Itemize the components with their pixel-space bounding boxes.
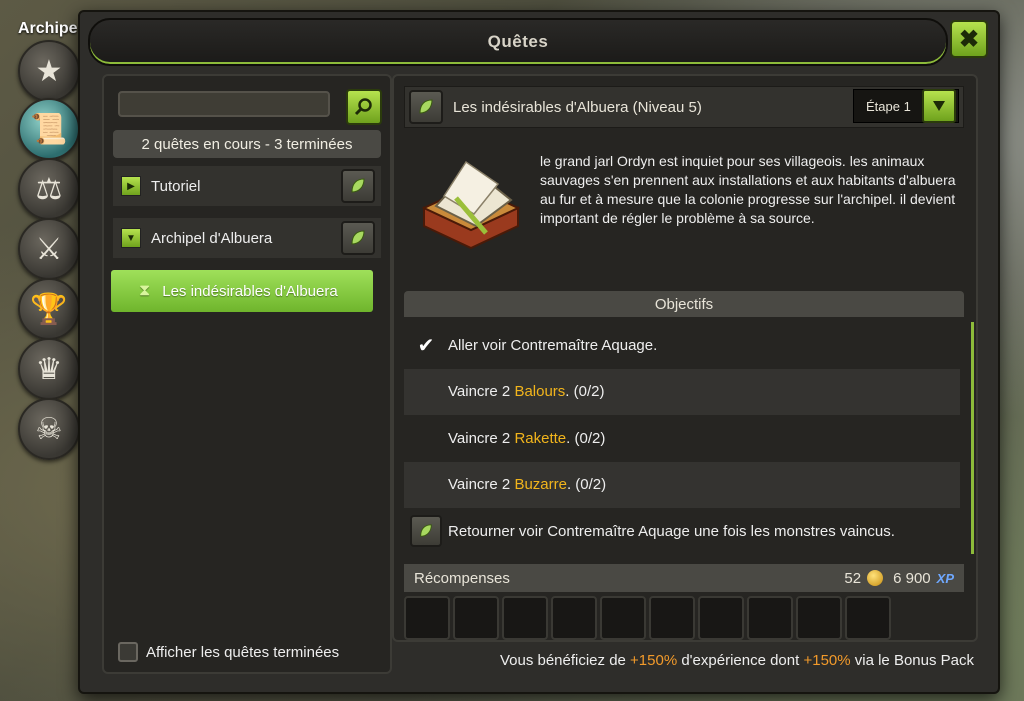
objective-row: Retourner voir Contremaître Aquage une f… — [404, 508, 960, 555]
window-title: Quêtes — [487, 32, 549, 51]
objective-row: Vaincre 2 Rakette. (0/2) — [404, 415, 960, 462]
close-button[interactable]: ✖ — [950, 20, 988, 58]
xp-value: 6 900 — [893, 569, 931, 587]
quest-title: Les indésirables d'Albuera (Niveau 5) — [453, 98, 702, 116]
map-title: Archipe — [18, 20, 78, 37]
reward-slot[interactable] — [404, 596, 450, 640]
objective-progress: . (0/2) — [565, 383, 605, 401]
search-button[interactable] — [346, 89, 382, 125]
window-titlebar[interactable]: Quêtes — [88, 18, 948, 66]
objective-row: Vaincre 2 Buzarre. (0/2) — [404, 461, 960, 508]
quest-item-label: Les indésirables d'Albuera — [162, 282, 338, 300]
reward-slot[interactable] — [649, 596, 695, 640]
reward-slot[interactable] — [551, 596, 597, 640]
collapse-arrow-icon[interactable]: ▼ — [121, 228, 141, 248]
reward-slot[interactable] — [502, 596, 548, 640]
leaf-icon[interactable] — [341, 169, 375, 203]
leaf-icon[interactable] — [410, 515, 442, 548]
monster-link[interactable]: Buzarre — [514, 476, 567, 493]
bonus-text: Vous bénéficiez de +150% d'expérience do… — [500, 652, 974, 669]
hourglass-icon: ⧗ — [139, 282, 151, 299]
close-icon: ✖ — [958, 25, 980, 53]
reward-slot[interactable] — [845, 596, 891, 640]
crown-icon[interactable]: ♛ — [18, 338, 80, 400]
expand-arrow-icon[interactable]: ▶ — [121, 176, 141, 196]
bonus-suffix: via le Bonus Pack — [850, 652, 974, 669]
kama-coin-icon — [867, 570, 884, 586]
objective-text: Vaincre 2 — [448, 429, 515, 447]
reward-slot[interactable] — [600, 596, 646, 640]
wand-icon[interactable]: ★ — [18, 40, 80, 102]
bonus-prefix: Vous bénéficiez de — [499, 652, 631, 669]
step-label: Étape 1 — [866, 98, 911, 114]
checkmark-icon: ✔ — [417, 334, 435, 357]
reward-slots — [404, 596, 891, 640]
reward-slot[interactable] — [747, 596, 793, 640]
objective-text: Vaincre 2 — [448, 476, 515, 494]
trophy-icon[interactable]: 🏆 — [18, 278, 80, 340]
quest-list-panel: 2 quêtes en cours - 3 terminées ▶ Tutori… — [102, 74, 392, 674]
reward-slot[interactable] — [698, 596, 744, 640]
quest-item-selected[interactable]: ⧗ Les indésirables d'Albuera — [111, 270, 373, 312]
objectives-scrollbar[interactable] — [971, 322, 974, 554]
quest-count: 2 quêtes en cours - 3 terminées — [113, 130, 381, 158]
objectives-header: Objectifs — [404, 291, 964, 317]
reward-slot[interactable] — [453, 596, 499, 640]
objectives-list: ✔ Aller voir Contremaître Aquage. Vaincr… — [404, 322, 960, 555]
category-label: Tutoriel — [151, 177, 201, 195]
rewards-bar: Récompenses 52 6 900 XP — [404, 564, 964, 592]
chevron-down-icon[interactable] — [922, 89, 956, 123]
reward-slot[interactable] — [796, 596, 842, 640]
bonus-middle: d'expérience dont — [677, 652, 804, 669]
helmet-icon[interactable]: ☠ — [18, 398, 80, 460]
objective-text: Vaincre 2 — [448, 383, 515, 401]
rewards-label: Récompenses — [414, 569, 510, 587]
objective-row: ✔ Aller voir Contremaître Aquage. — [404, 322, 960, 369]
bonus-pct-1: +150% — [630, 652, 678, 669]
show-finished-checkbox[interactable] — [118, 642, 138, 662]
monster-link[interactable]: Rakette — [514, 430, 566, 447]
objective-row: Vaincre 2 Balours. (0/2) — [404, 368, 960, 415]
objective-progress: . (0/2) — [566, 476, 607, 494]
show-finished-toggle[interactable]: Afficher les quêtes terminées — [118, 642, 339, 662]
search-input[interactable] — [118, 91, 330, 117]
quest-header: Les indésirables d'Albuera (Niveau 5) Ét… — [404, 86, 964, 128]
show-finished-label: Afficher les quêtes terminées — [146, 643, 340, 661]
axes-icon[interactable]: ⚔ — [18, 218, 80, 280]
quest-description: le grand jarl Ordyn est inquiet pour ses… — [540, 153, 956, 226]
xp-label: XP — [936, 570, 954, 586]
bonus-pct-2: +150% — [803, 652, 851, 669]
step-selector[interactable]: Étape 1 — [853, 89, 959, 123]
objective-progress: . (0/2) — [566, 429, 606, 447]
quests-window: Quêtes ✖ 2 quêtes en cours - 3 terminées… — [78, 10, 1000, 694]
objective-text: Aller voir Contremaître Aquage. — [448, 336, 658, 354]
quest-detail-panel: Les indésirables d'Albuera (Niveau 5) Ét… — [392, 74, 978, 642]
scroll-icon[interactable]: 📜 — [18, 98, 80, 160]
category-archipel-albuera[interactable]: ▼ Archipel d'Albuera — [113, 218, 381, 258]
objective-text: Retourner voir Contremaître Aquage une f… — [448, 522, 895, 540]
scales-icon[interactable]: ⚖ — [18, 158, 80, 220]
category-label: Archipel d'Albuera — [151, 229, 273, 247]
search-icon — [354, 98, 372, 116]
monster-link[interactable]: Balours — [514, 383, 565, 400]
category-tutoriel[interactable]: ▶ Tutoriel — [113, 166, 381, 206]
leaf-icon[interactable] — [341, 221, 375, 255]
kamas-value: 52 — [844, 569, 862, 587]
leaf-icon[interactable] — [409, 90, 443, 124]
quest-book-icon — [421, 160, 521, 250]
